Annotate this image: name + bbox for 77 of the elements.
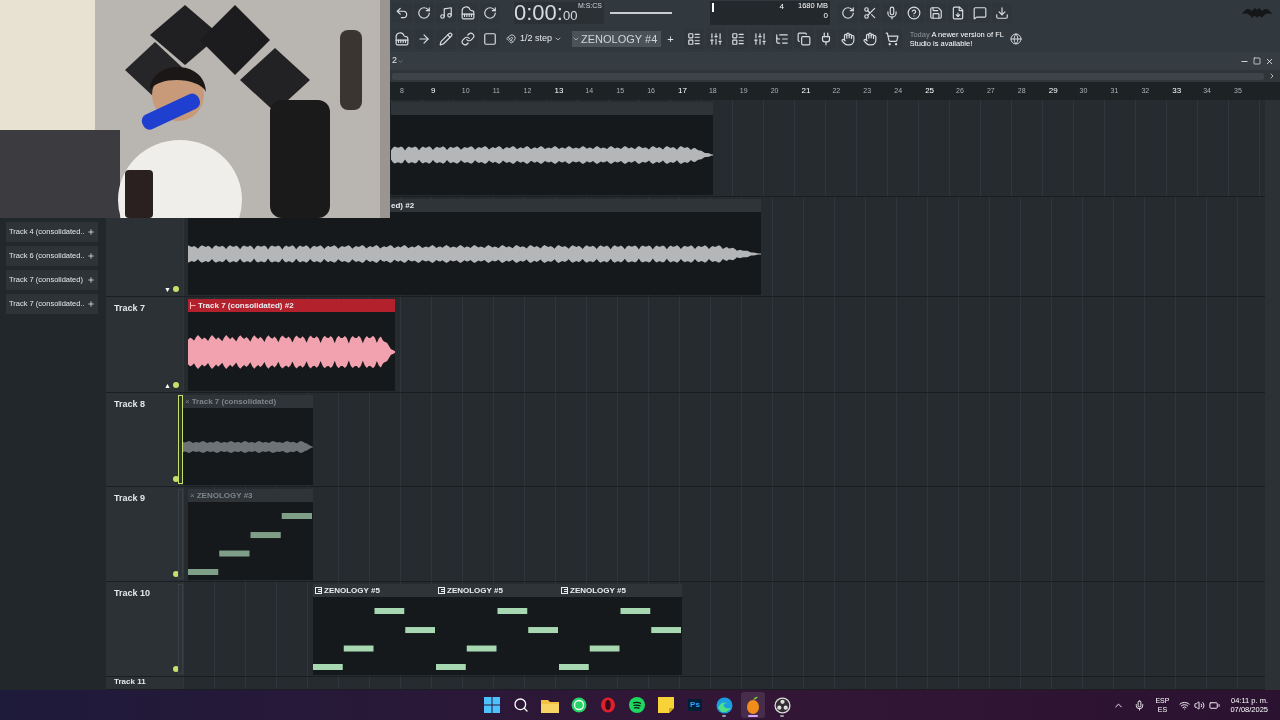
clip[interactable]: ZENOLOGY #5 (436, 584, 559, 675)
bar-number: 29 (1048, 85, 1059, 97)
clip-label: Track 7 (consolidated) #2 (198, 299, 294, 312)
battery-icon[interactable] (1209, 699, 1221, 711)
clip-label: ed) #2 (391, 199, 415, 212)
bat-logo-icon (1242, 6, 1272, 20)
music-app-icon (629, 697, 645, 713)
copy-icon[interactable] (793, 29, 814, 49)
plus-icon (87, 300, 95, 308)
pattern-icon (438, 587, 445, 594)
caret-icon (397, 57, 404, 65)
bar-number: 17 (678, 85, 688, 97)
search-icon (513, 697, 529, 713)
sticky-note-icon (658, 697, 674, 713)
bar-number: 9 (430, 85, 437, 97)
clip-label: ZENOLOGY #5 (570, 584, 626, 597)
clip-label: ZENOLOGY #5 (447, 584, 503, 597)
clip[interactable]: ed) #2 (188, 199, 761, 295)
taskbar-app[interactable] (741, 692, 765, 718)
bar-number: 13 (554, 85, 565, 97)
magnet-icon[interactable] (506, 34, 516, 44)
mute-mark: × (190, 489, 195, 502)
plus-icon (87, 252, 95, 260)
track-header[interactable]: Track 10 (106, 582, 183, 676)
maximize-icon[interactable] (1253, 57, 1261, 65)
track-name[interactable]: Track 9 (114, 492, 146, 506)
plus-icon (87, 228, 95, 236)
bar-number: 33 (1172, 85, 1183, 97)
track-header[interactable]: Track 9 (106, 487, 183, 581)
windows-start-icon (484, 697, 500, 713)
marker-icon (190, 302, 196, 309)
bar-number: 25 (925, 85, 936, 97)
microphone-icon[interactable] (1134, 699, 1146, 711)
add-piano-icon[interactable] (458, 3, 478, 23)
polyphony-count: 0 (823, 11, 828, 21)
track-lane[interactable] (391, 100, 1265, 196)
taskbar-app[interactable]: Ps (683, 692, 707, 718)
clip[interactable] (391, 102, 713, 195)
fruit-icon (745, 696, 761, 714)
clip[interactable]: ZENOLOGY #5 (313, 584, 436, 675)
track-name[interactable]: Track 11 (114, 677, 146, 687)
piano-icon[interactable] (392, 29, 412, 49)
pattern-icon (561, 587, 568, 594)
clip-label: ZENOLOGY #3 (196, 489, 253, 502)
track-name[interactable]: Track 8 (114, 398, 146, 412)
snap-dropdown[interactable]: 1/2 step (518, 32, 565, 46)
folder-icon (541, 697, 559, 713)
mute-mark: × (185, 395, 190, 408)
track-header[interactable]: Track 11 (106, 677, 183, 689)
close-icon[interactable] (1265, 56, 1274, 66)
volume-icon[interactable] (1194, 699, 1206, 711)
clip[interactable]: Track 7 (consolidated) #2 (188, 299, 395, 391)
track-lane[interactable]: Track 7 (consolidated) #2 (183, 297, 1265, 392)
time-main: 0:00: (514, 2, 563, 24)
track-lane[interactable]: ed) #2 (183, 197, 1265, 296)
clip[interactable]: ZENOLOGY #5 (559, 584, 682, 675)
browser-wave-icon (715, 696, 733, 714)
pattern-icon (315, 587, 322, 594)
clip-label: Track 7 (consolidated) (191, 395, 277, 408)
wifi-icon[interactable] (1179, 699, 1191, 711)
track-name[interactable]: Track 7 (114, 302, 146, 316)
pattern-selector[interactable]: ZENOLOGY #4 (572, 31, 662, 47)
plus-icon (87, 276, 95, 284)
browser-icon (600, 697, 616, 713)
globe-icon[interactable] (1009, 33, 1022, 45)
scroll-right-icon[interactable] (1268, 72, 1276, 80)
monitor-value: 4 (779, 1, 784, 13)
clip-label: ZENOLOGY #5 (324, 584, 380, 597)
track-header[interactable]: Track 8 (106, 393, 183, 486)
chat-bubble-icon (571, 697, 587, 713)
time-centis: 00 (562, 8, 578, 24)
track-lane[interactable]: ZENOLOGY #5 ZENOLOGY #5 ZENOLOGY #5 (183, 582, 1265, 676)
record-circle-icon (773, 696, 791, 714)
arrangement-selector[interactable]: 2 (392, 54, 404, 68)
add-pattern-button[interactable]: + (663, 30, 678, 48)
track-name[interactable]: Track 10 (114, 587, 151, 601)
bar-number: 21 (801, 85, 812, 97)
